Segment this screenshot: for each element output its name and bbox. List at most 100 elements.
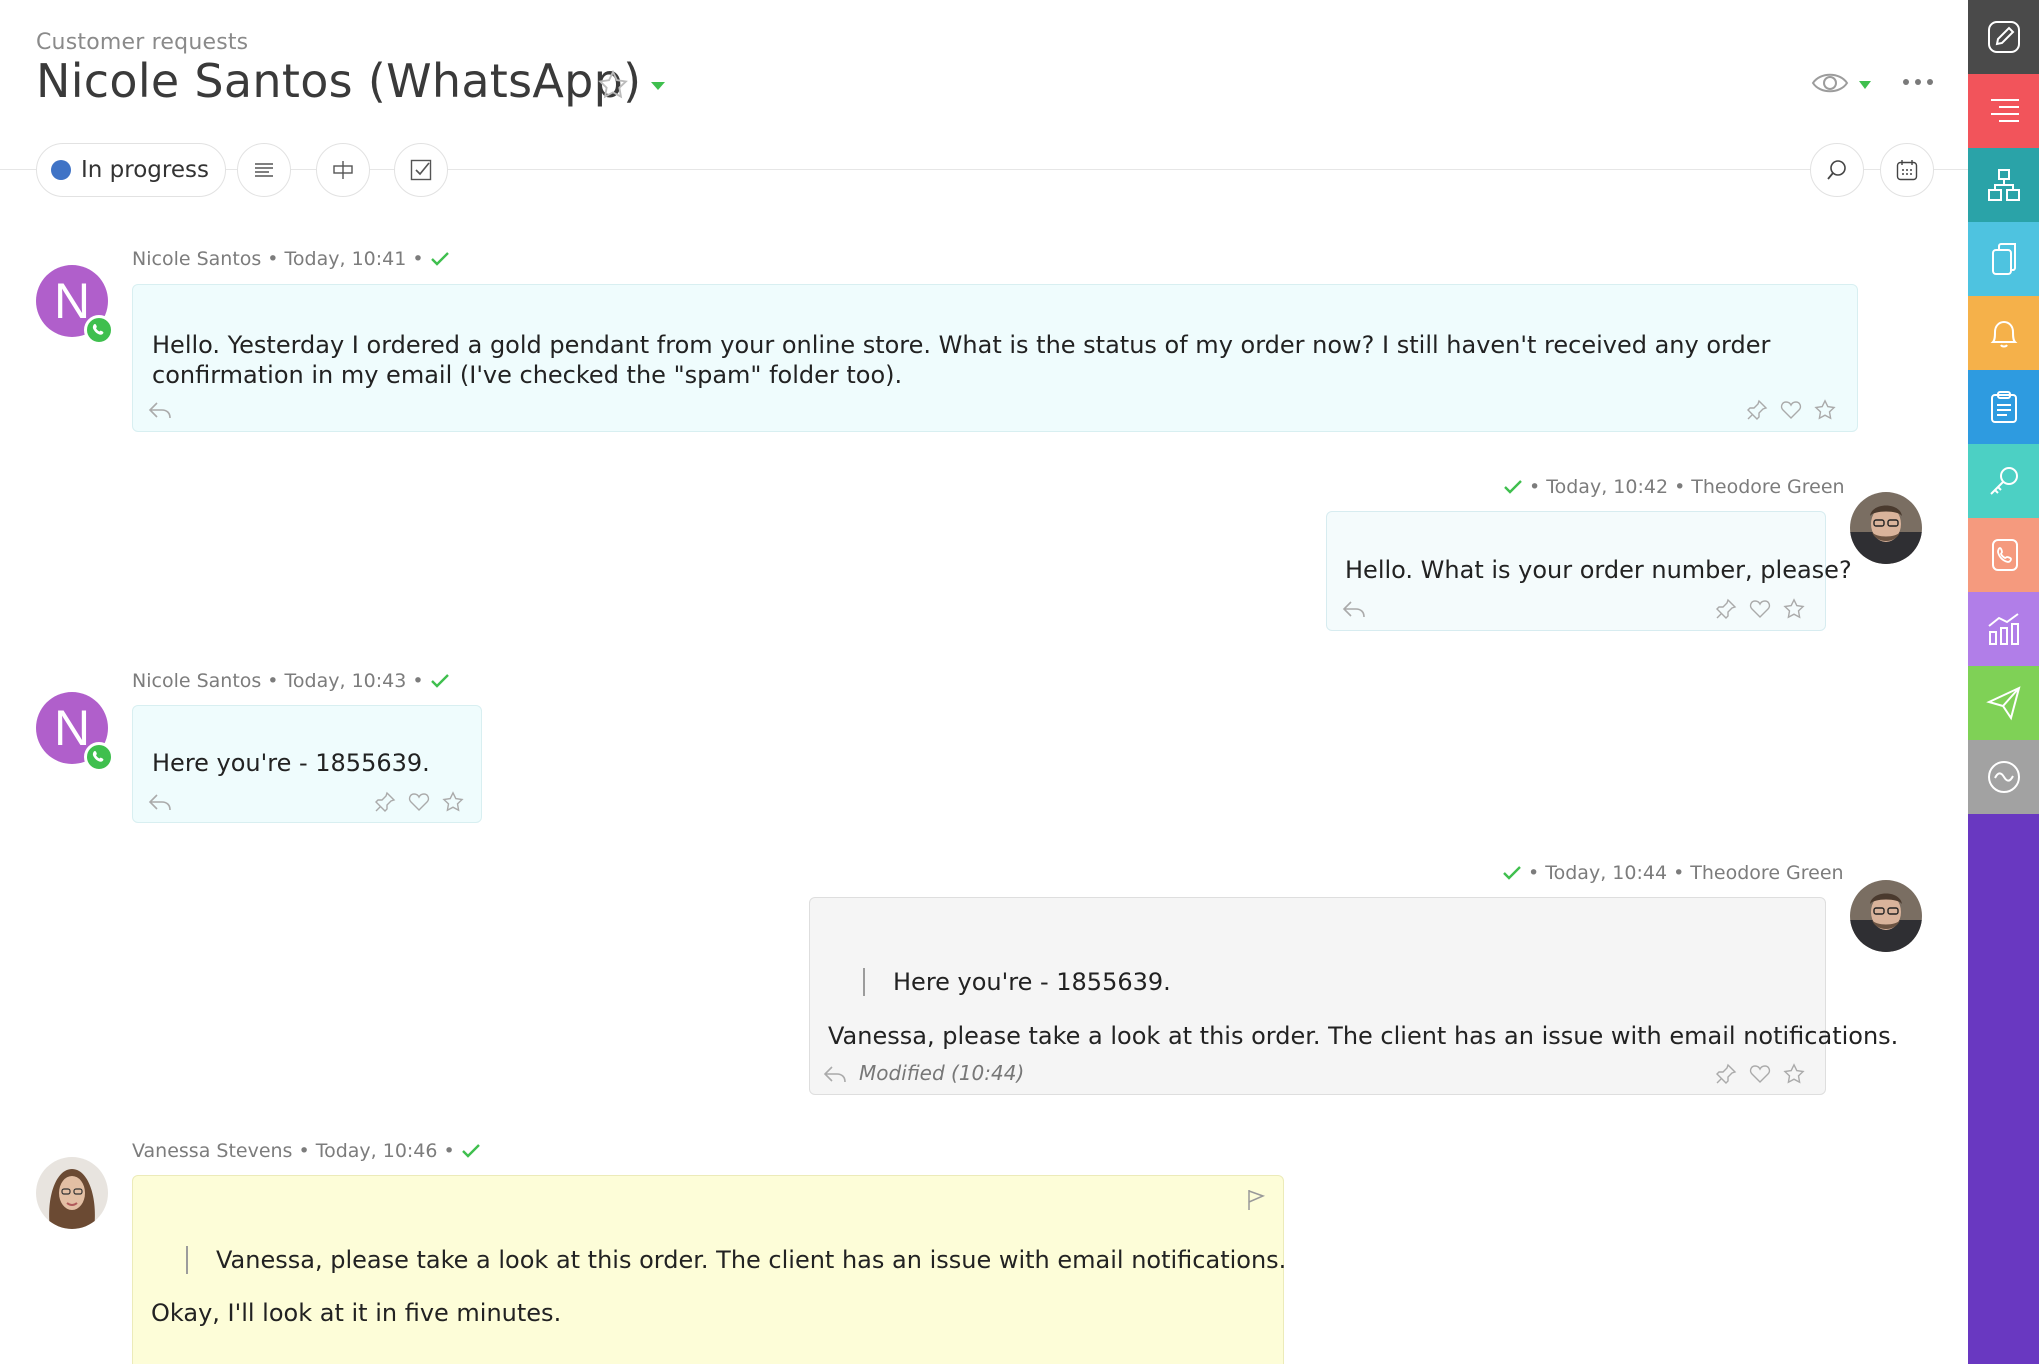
message-text: Hello. Yesterday I ordered a gold pendan…	[152, 331, 1771, 389]
fields-button[interactable]	[316, 143, 370, 197]
rail-item-contacts[interactable]	[1968, 518, 2039, 592]
message-time: • Today, 10:41 •	[267, 248, 424, 270]
pin-icon[interactable]	[1714, 597, 1738, 621]
like-heart-icon[interactable]	[1748, 1062, 1772, 1086]
page-title: Nicole Santos (WhatsApp)	[36, 54, 642, 108]
modified-label: Modified (10:44)	[859, 1061, 1025, 1085]
bell-icon	[1990, 320, 2017, 348]
person-photo-icon	[36, 1157, 108, 1229]
message-meta: • Today, 10:42 • Theodore Green	[1503, 476, 1845, 498]
avatar[interactable]	[36, 1157, 108, 1229]
quote-bar	[186, 1246, 188, 1274]
signpost-icon	[333, 161, 353, 179]
message-author[interactable]: Nicole Santos	[132, 670, 261, 692]
message-bubble: Hello. What is your order number, please…	[1326, 511, 1852, 631]
person-photo-icon	[1850, 492, 1922, 564]
rail-item-tasks[interactable]	[1968, 370, 2039, 444]
reply-icon[interactable]	[147, 399, 173, 421]
rail-item-structure[interactable]	[1968, 148, 2039, 222]
rail-item-menu[interactable]	[1968, 74, 2039, 148]
search-button[interactable]	[1810, 143, 1864, 197]
chart-icon	[1987, 613, 2019, 645]
key-icon	[1989, 467, 2018, 495]
message-author[interactable]: Nicole Santos	[132, 248, 261, 270]
message-bubble: Hello. Yesterday I ordered a gold pendan…	[132, 284, 1858, 432]
message-author[interactable]: Theodore Green	[1691, 476, 1844, 498]
whatsapp-icon	[84, 742, 114, 772]
message-text: Here you're - 1855639.	[152, 749, 430, 777]
whatsapp-icon	[84, 315, 114, 345]
rail-item-activity[interactable]	[1968, 740, 2039, 814]
favorite-star-icon[interactable]	[1782, 597, 1806, 621]
message-time: • Today, 10:44 •	[1528, 862, 1685, 884]
breadcrumb[interactable]: Customer requests	[36, 30, 248, 55]
toolbar-divider	[0, 169, 1968, 170]
message-actions	[373, 790, 465, 814]
calendar-icon	[1896, 160, 1918, 181]
message-actions	[1714, 597, 1806, 621]
pin-icon[interactable]	[373, 790, 397, 814]
message-bubble: Vanessa, please take a look at this orde…	[132, 1175, 1286, 1364]
avatar[interactable]	[1850, 880, 1922, 952]
rail-item-messages[interactable]	[1968, 666, 2039, 740]
avatar[interactable]	[1850, 492, 1922, 564]
message-meta: Nicole Santos • Today, 10:41 •	[132, 248, 450, 270]
calendar-button[interactable]	[1880, 143, 1934, 197]
delivered-check-icon	[1503, 866, 1521, 880]
reply-icon[interactable]	[1341, 598, 1367, 620]
phone-book-icon	[1991, 539, 2018, 571]
delivered-check-icon	[461, 1144, 480, 1158]
avatar-letter: N	[53, 273, 91, 329]
message-meta: Nicole Santos • Today, 10:43 •	[132, 670, 450, 692]
pin-icon[interactable]	[1714, 1062, 1738, 1086]
message-text: Vanessa, please take a look at this orde…	[828, 1022, 1899, 1050]
message-time: • Today, 10:42 •	[1529, 476, 1686, 498]
rail-item-reports[interactable]	[1968, 592, 2039, 666]
checklist-button[interactable]	[394, 143, 448, 197]
pin-icon[interactable]	[1745, 398, 1769, 422]
message-author[interactable]: Theodore Green	[1690, 862, 1843, 884]
menu-lines-icon	[1990, 99, 2019, 122]
rail-item-access[interactable]	[1968, 444, 2039, 518]
status-button[interactable]: In progress	[36, 143, 226, 197]
send-icon	[1985, 686, 2021, 721]
status-label: In progress	[81, 157, 209, 183]
message-author[interactable]: Vanessa Stevens	[132, 1140, 292, 1162]
message-actions	[1714, 1062, 1806, 1086]
title-caret-down-icon[interactable]	[650, 80, 666, 92]
favorite-star-icon[interactable]	[441, 790, 465, 814]
delivered-check-icon	[430, 252, 449, 266]
eye-caret-down-icon[interactable]	[1858, 80, 1872, 90]
search-icon	[1827, 160, 1846, 180]
flag-icon[interactable]	[1245, 1188, 1267, 1212]
like-heart-icon[interactable]	[1748, 597, 1772, 621]
person-photo-icon	[1850, 880, 1922, 952]
like-heart-icon[interactable]	[1779, 398, 1803, 422]
message-text: Hello. What is your order number, please…	[1345, 556, 1852, 584]
rail-item-documents[interactable]	[1968, 222, 2039, 296]
structure-icon	[1987, 169, 2020, 201]
message-time: • Today, 10:43 •	[267, 670, 424, 692]
more-options-icon[interactable]	[1900, 72, 1936, 92]
rail-item-notifications[interactable]	[1968, 296, 2039, 370]
like-heart-icon[interactable]	[407, 790, 431, 814]
message-time: • Today, 10:46 •	[298, 1140, 455, 1162]
favorite-star-icon[interactable]	[1813, 398, 1837, 422]
favorite-star-icon[interactable]	[596, 68, 630, 102]
text-lines-icon	[255, 163, 273, 177]
message-text: Okay, I'll look at it in five minutes.	[151, 1299, 562, 1327]
reply-icon[interactable]	[147, 791, 173, 813]
rail-item-edit[interactable]	[1968, 0, 2039, 74]
avatar[interactable]: N	[36, 692, 114, 772]
checkbox-icon	[410, 159, 432, 181]
favorite-star-icon[interactable]	[1782, 1062, 1806, 1086]
description-button[interactable]	[237, 143, 291, 197]
reply-icon[interactable]	[822, 1063, 848, 1085]
wave-icon	[1987, 761, 2020, 793]
right-sidebar	[1968, 0, 2039, 1364]
avatar-letter: N	[53, 700, 91, 756]
avatar[interactable]: N	[36, 265, 114, 345]
eye-icon[interactable]	[1810, 66, 1850, 100]
quoted-text: Here you're - 1855639.	[893, 968, 1171, 996]
edit-icon	[1987, 21, 2020, 53]
